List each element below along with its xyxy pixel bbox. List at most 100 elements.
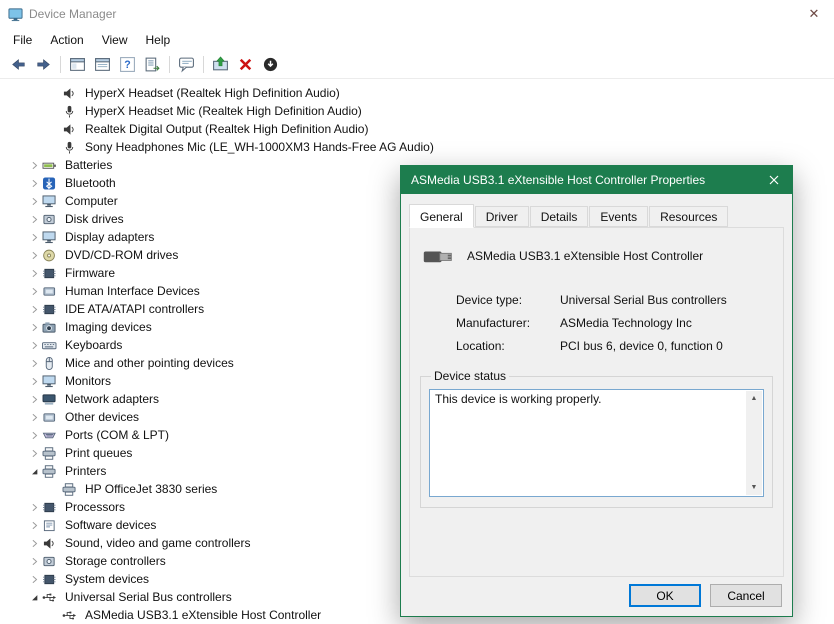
update-driver-button[interactable] xyxy=(208,53,233,76)
menu-file[interactable]: File xyxy=(4,30,41,50)
tree-item[interactable]: Realtek Digital Output (Realtek High Def… xyxy=(0,120,834,138)
menu-view[interactable]: View xyxy=(93,30,137,50)
tab-general[interactable]: General xyxy=(409,204,474,228)
cancel-button[interactable]: Cancel xyxy=(710,584,782,607)
device-status-textbox[interactable]: This device is working properly. ▲ ▼ xyxy=(429,389,764,497)
chevron-collapsed-icon[interactable] xyxy=(26,229,42,245)
bluetooth-icon xyxy=(42,176,58,190)
tree-item-label: Display adapters xyxy=(63,230,156,244)
titlebar: Device Manager ✕ xyxy=(0,0,834,28)
battery-icon xyxy=(42,158,58,172)
chevron-expanded-icon[interactable] xyxy=(26,589,42,605)
help-button[interactable]: ? xyxy=(115,53,140,76)
properties-icon xyxy=(94,56,111,73)
chevron-collapsed-icon[interactable] xyxy=(26,319,42,335)
tree-item[interactable]: HyperX Headset (Realtek High Definition … xyxy=(0,84,834,102)
field-value: ASMedia Technology Inc xyxy=(560,316,692,330)
chevron-collapsed-icon[interactable] xyxy=(26,337,42,353)
disk-icon xyxy=(42,212,58,226)
update-driver-icon xyxy=(212,56,229,73)
tree-item-label: Disk drives xyxy=(63,212,126,226)
window-close-icon[interactable]: ✕ xyxy=(802,6,826,22)
uninstall-device-button[interactable] xyxy=(233,53,258,76)
field-value: PCI bus 6, device 0, function 0 xyxy=(560,339,723,353)
tree-item-label: DVD/CD-ROM drives xyxy=(63,248,180,262)
tab-resources[interactable]: Resources xyxy=(649,206,728,227)
show-console-tree-button[interactable] xyxy=(65,53,90,76)
chevron-collapsed-icon[interactable] xyxy=(26,283,42,299)
chevron-collapsed-icon[interactable] xyxy=(26,211,42,227)
chevron-collapsed-icon[interactable] xyxy=(26,175,42,191)
tree-item-label: Realtek Digital Output (Realtek High Def… xyxy=(83,122,370,136)
chevron-collapsed-icon[interactable] xyxy=(26,571,42,587)
chevron-collapsed-icon[interactable] xyxy=(26,265,42,281)
device-header: ASMedia USB3.1 eXtensible Host Controlle… xyxy=(410,228,783,268)
tab-details[interactable]: Details xyxy=(530,206,589,227)
menu-help[interactable]: Help xyxy=(137,30,180,50)
forward-button[interactable] xyxy=(31,53,56,76)
chevron-collapsed-icon[interactable] xyxy=(26,157,42,173)
speaker-icon xyxy=(62,86,78,100)
chevron-collapsed-icon[interactable] xyxy=(26,193,42,209)
console-tree-icon xyxy=(69,56,86,73)
status-scrollbar[interactable]: ▲ ▼ xyxy=(746,391,762,495)
chevron-spacer xyxy=(46,607,62,623)
tree-item[interactable]: HyperX Headset Mic (Realtek High Definit… xyxy=(0,102,834,120)
chevron-spacer xyxy=(46,139,62,155)
mic-icon xyxy=(62,104,78,118)
toolbar-separator xyxy=(60,56,61,73)
monitor-icon xyxy=(42,194,58,208)
dialog-close-button[interactable] xyxy=(756,166,792,194)
properties-button[interactable] xyxy=(90,53,115,76)
chevron-collapsed-icon[interactable] xyxy=(26,301,42,317)
device-manager-icon xyxy=(8,7,23,22)
chevron-collapsed-icon[interactable] xyxy=(26,409,42,425)
scroll-up-icon[interactable]: ▲ xyxy=(751,391,758,406)
back-button[interactable] xyxy=(6,53,31,76)
keyboard-icon xyxy=(42,338,58,352)
chevron-collapsed-icon[interactable] xyxy=(26,499,42,515)
tree-item-label: Other devices xyxy=(63,410,141,424)
ok-button[interactable]: OK xyxy=(629,584,701,607)
chevron-collapsed-icon[interactable] xyxy=(26,427,42,443)
tree-item-label: Universal Serial Bus controllers xyxy=(63,590,234,604)
disable-device-button[interactable] xyxy=(258,53,283,76)
field-label: Location: xyxy=(456,339,560,353)
svg-text:?: ? xyxy=(124,59,130,71)
tree-item-label: Processors xyxy=(63,500,127,514)
tab-driver[interactable]: Driver xyxy=(475,206,529,227)
menu-action[interactable]: Action xyxy=(41,30,92,50)
tree-item-label: Printers xyxy=(63,464,108,478)
chevron-spacer xyxy=(46,103,62,119)
tab-events[interactable]: Events xyxy=(589,206,648,227)
export-list-button[interactable] xyxy=(140,53,165,76)
dialog-titlebar: ASMedia USB3.1 eXtensible Host Controlle… xyxy=(401,166,792,194)
chevron-collapsed-icon[interactable] xyxy=(26,247,42,263)
chip-icon xyxy=(42,302,58,316)
scroll-down-icon[interactable]: ▼ xyxy=(751,480,758,495)
dialog-title: ASMedia USB3.1 eXtensible Host Controlle… xyxy=(411,173,705,187)
tree-item-label: HyperX Headset (Realtek High Definition … xyxy=(83,86,342,100)
tree-item-label: Sound, video and game controllers xyxy=(63,536,252,550)
tree-item[interactable]: Sony Headphones Mic (LE_WH-1000XM3 Hands… xyxy=(0,138,834,156)
tree-item-label: Ports (COM & LPT) xyxy=(63,428,171,442)
chevron-expanded-icon[interactable] xyxy=(26,463,42,479)
chevron-collapsed-icon[interactable] xyxy=(26,535,42,551)
chevron-collapsed-icon[interactable] xyxy=(26,355,42,371)
tree-item-label: Firmware xyxy=(63,266,117,280)
chevron-collapsed-icon[interactable] xyxy=(26,553,42,569)
device-fields: Device type: Universal Serial Bus contro… xyxy=(410,293,783,353)
chevron-collapsed-icon[interactable] xyxy=(26,373,42,389)
disable-icon xyxy=(262,56,279,73)
tree-item-label: Computer xyxy=(63,194,120,208)
help-popup-button[interactable] xyxy=(174,53,199,76)
chevron-collapsed-icon[interactable] xyxy=(26,391,42,407)
usb-connector-icon xyxy=(422,244,454,268)
mic-icon xyxy=(62,140,78,154)
chevron-collapsed-icon[interactable] xyxy=(26,445,42,461)
chevron-spacer xyxy=(46,85,62,101)
generic-icon xyxy=(42,284,58,298)
toolbar: ? xyxy=(0,51,834,79)
chevron-collapsed-icon[interactable] xyxy=(26,517,42,533)
tree-item-label: Monitors xyxy=(63,374,113,388)
